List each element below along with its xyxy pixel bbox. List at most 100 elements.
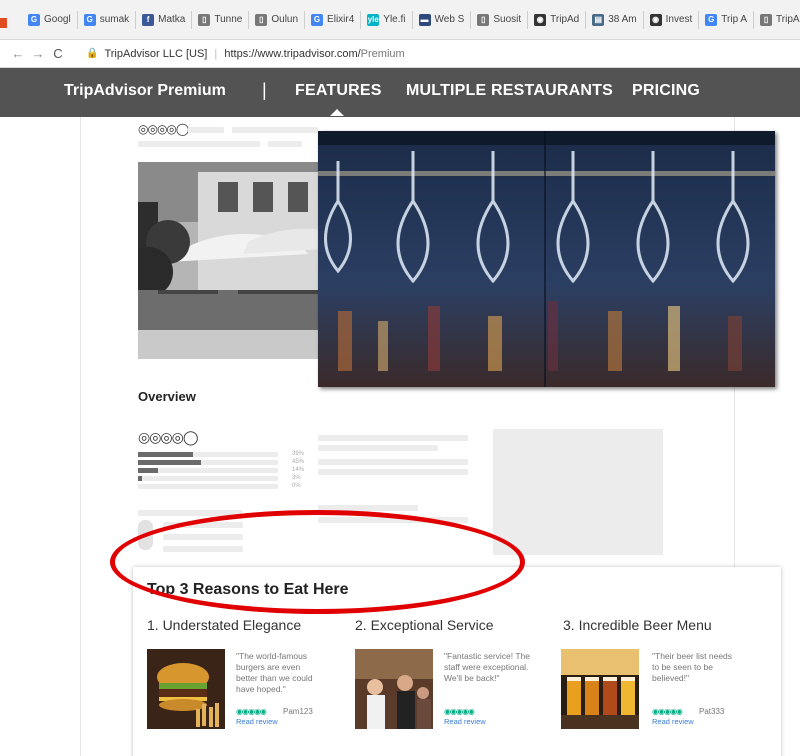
tripadvisor-icon: ◉ bbox=[534, 13, 547, 26]
address-bar: ← → C 🔒 TripAdvisor LLC [US] | https://w… bbox=[0, 40, 800, 68]
reason-2-title: 2. Exceptional Service bbox=[355, 617, 494, 633]
bookmark-item[interactable]: Gsumak bbox=[78, 10, 137, 29]
rating-bar-fill bbox=[138, 468, 158, 473]
reason-1-author: Pam123 bbox=[283, 707, 313, 716]
lock-icon: 🔒 bbox=[86, 48, 99, 59]
web-icon: ▬ bbox=[418, 13, 431, 26]
rating-bar-fill bbox=[138, 452, 193, 457]
reason-1-read-review-link[interactable]: Read review bbox=[236, 717, 278, 726]
bookmark-item[interactable]: G Googl bbox=[22, 10, 78, 29]
placeholder-line bbox=[318, 459, 468, 465]
bookmark-item[interactable]: f Matka bbox=[136, 10, 193, 29]
premium-nav: TripAdvisor Premium | FEATURES MULTIPLE … bbox=[0, 68, 800, 117]
bookmark-label: sumak bbox=[99, 14, 130, 25]
bookmark-item[interactable]: ▬ Web S bbox=[413, 10, 472, 29]
rating-bubbles-overview: ◎◎◎◎◯ bbox=[138, 429, 199, 445]
bookmark-item[interactable]: ▯ Oulun bbox=[249, 10, 306, 29]
placeholder-line bbox=[268, 141, 302, 147]
nav-features[interactable]: FEATURES bbox=[295, 82, 382, 100]
bookmark-label: Suosit bbox=[493, 14, 522, 25]
forward-arrow-icon[interactable]: → bbox=[28, 46, 48, 61]
reason-3-quote: "Their beer list needs to be seen to be … bbox=[652, 651, 733, 683]
rating-bar-track bbox=[138, 476, 278, 481]
main-content: ◎◎◎◎◯ Overview ◎◎◎◎◯ 39% 45% 14% 3% 0% T… bbox=[0, 117, 800, 756]
rating-bar-track bbox=[138, 460, 278, 465]
google-icon: G bbox=[311, 13, 324, 26]
page-icon: ▯ bbox=[255, 13, 268, 26]
bookmark-label: TripAd bbox=[550, 14, 580, 25]
reason-1-quote: "The world-famous burgers are even bette… bbox=[236, 651, 313, 694]
site-identity: TripAdvisor LLC [US] bbox=[104, 47, 208, 60]
google-icon: G bbox=[705, 13, 718, 26]
bookmark-item[interactable]: G Elixir4 bbox=[305, 10, 362, 29]
bookmark-item[interactable]: ◉ Invest bbox=[644, 10, 700, 29]
bookmark-label: Trip A bbox=[721, 14, 748, 25]
rating-bar-track bbox=[138, 452, 278, 457]
rating-bar-percent: 14% bbox=[292, 467, 305, 473]
bookmark-label: Matka bbox=[158, 14, 186, 25]
rating-bar-fill bbox=[138, 460, 201, 465]
google-icon: G bbox=[83, 13, 96, 26]
tab-favicon-edge bbox=[0, 18, 7, 28]
facebook-icon: f bbox=[142, 13, 155, 26]
bookmark-item[interactable]: yle Yle.fi bbox=[361, 10, 413, 29]
bookmark-label: Yle.fi bbox=[383, 14, 406, 25]
bookmark-label: Web S bbox=[434, 14, 465, 25]
bookmark-item[interactable]: ◉ TripAd bbox=[528, 10, 587, 29]
nav-pricing[interactable]: PRICING bbox=[632, 82, 700, 100]
bookmark-item[interactable]: G Trip A bbox=[699, 10, 755, 29]
reload-icon[interactable]: C bbox=[48, 46, 68, 61]
restaurant-exterior-photo bbox=[138, 162, 338, 359]
page-icon: ▯ bbox=[198, 13, 211, 26]
url-path: Premium bbox=[360, 47, 405, 60]
rating-bar-percent: 3% bbox=[292, 475, 301, 481]
reason-2-read-review-link[interactable]: Read review bbox=[444, 717, 486, 726]
reason-2-rating: ◉◉◉◉◉ bbox=[444, 707, 475, 716]
url-field[interactable]: TripAdvisor LLC [US] | https://www.tripa… bbox=[104, 48, 404, 60]
reason-3-read-review-link[interactable]: Read review bbox=[652, 717, 694, 726]
bookmark-item[interactable]: ▯ Suosit bbox=[471, 10, 529, 29]
burger-photo bbox=[147, 649, 225, 729]
bookmark-item[interactable]: ▤ 38 Am bbox=[586, 10, 644, 29]
bookmarks-bar: G Googl Gsumak f Matka ▯ Tunne ▯ Oulun G Elixir4 yl… bbox=[0, 0, 800, 40]
google-icon: G bbox=[28, 13, 40, 26]
bookmark-label: Elixir4 bbox=[327, 14, 355, 25]
rating-bar-track bbox=[138, 468, 278, 473]
rating-bubbles-top: ◎◎◎◎◯ bbox=[138, 122, 189, 136]
rating-bar-track bbox=[138, 484, 278, 489]
reason-1-title: 1. Understated Elegance bbox=[147, 617, 302, 633]
bookmark-label: TripAd bbox=[776, 14, 800, 25]
placeholder-line bbox=[318, 469, 468, 475]
bookmark-label: Googl bbox=[44, 14, 71, 25]
reason-1-rating: ◉◉◉◉◉ bbox=[236, 707, 267, 716]
placeholder-line bbox=[318, 435, 468, 441]
reason-2-quote: "Fantastic service! The staff were excep… bbox=[444, 651, 531, 683]
service-photo bbox=[355, 649, 433, 729]
bookmark-item[interactable]: ▯ Tunne bbox=[192, 10, 250, 29]
placeholder-line bbox=[188, 127, 224, 133]
placeholder-line bbox=[138, 141, 260, 147]
active-nav-caret bbox=[330, 109, 344, 116]
brand-title[interactable]: TripAdvisor Premium bbox=[64, 82, 226, 100]
beer-flight-photo bbox=[561, 649, 639, 729]
nav-multiple-restaurants[interactable]: MULTIPLE RESTAURANTS bbox=[406, 82, 613, 100]
url-host: https://www.tripadvisor.com/ bbox=[224, 47, 361, 60]
page-icon: ▯ bbox=[760, 13, 773, 26]
calendar-icon: ▤ bbox=[592, 13, 605, 26]
placeholder-line bbox=[232, 127, 318, 133]
rating-bar-fill bbox=[138, 476, 143, 481]
bookmark-label: Oulun bbox=[271, 14, 299, 25]
red-highlight-ellipse bbox=[110, 510, 525, 614]
reason-3-title: 3. Incredible Beer Menu bbox=[563, 617, 712, 633]
bookmark-label: Tunne bbox=[214, 14, 243, 25]
rating-bar-percent: 45% bbox=[292, 459, 305, 465]
tripadvisor-icon: ◉ bbox=[649, 13, 662, 26]
back-arrow-icon[interactable]: ← bbox=[8, 46, 28, 61]
yle-icon: yle bbox=[367, 13, 380, 26]
bookmark-item[interactable]: ▯TripAd bbox=[754, 11, 800, 29]
reason-3-rating: ◉◉◉◉◉ bbox=[652, 707, 683, 716]
bookmark-label: Invest bbox=[665, 14, 693, 25]
rating-bar-percent: 0% bbox=[292, 483, 301, 489]
placeholder-line bbox=[318, 445, 438, 451]
bar-wine-glasses-photo bbox=[318, 131, 775, 387]
